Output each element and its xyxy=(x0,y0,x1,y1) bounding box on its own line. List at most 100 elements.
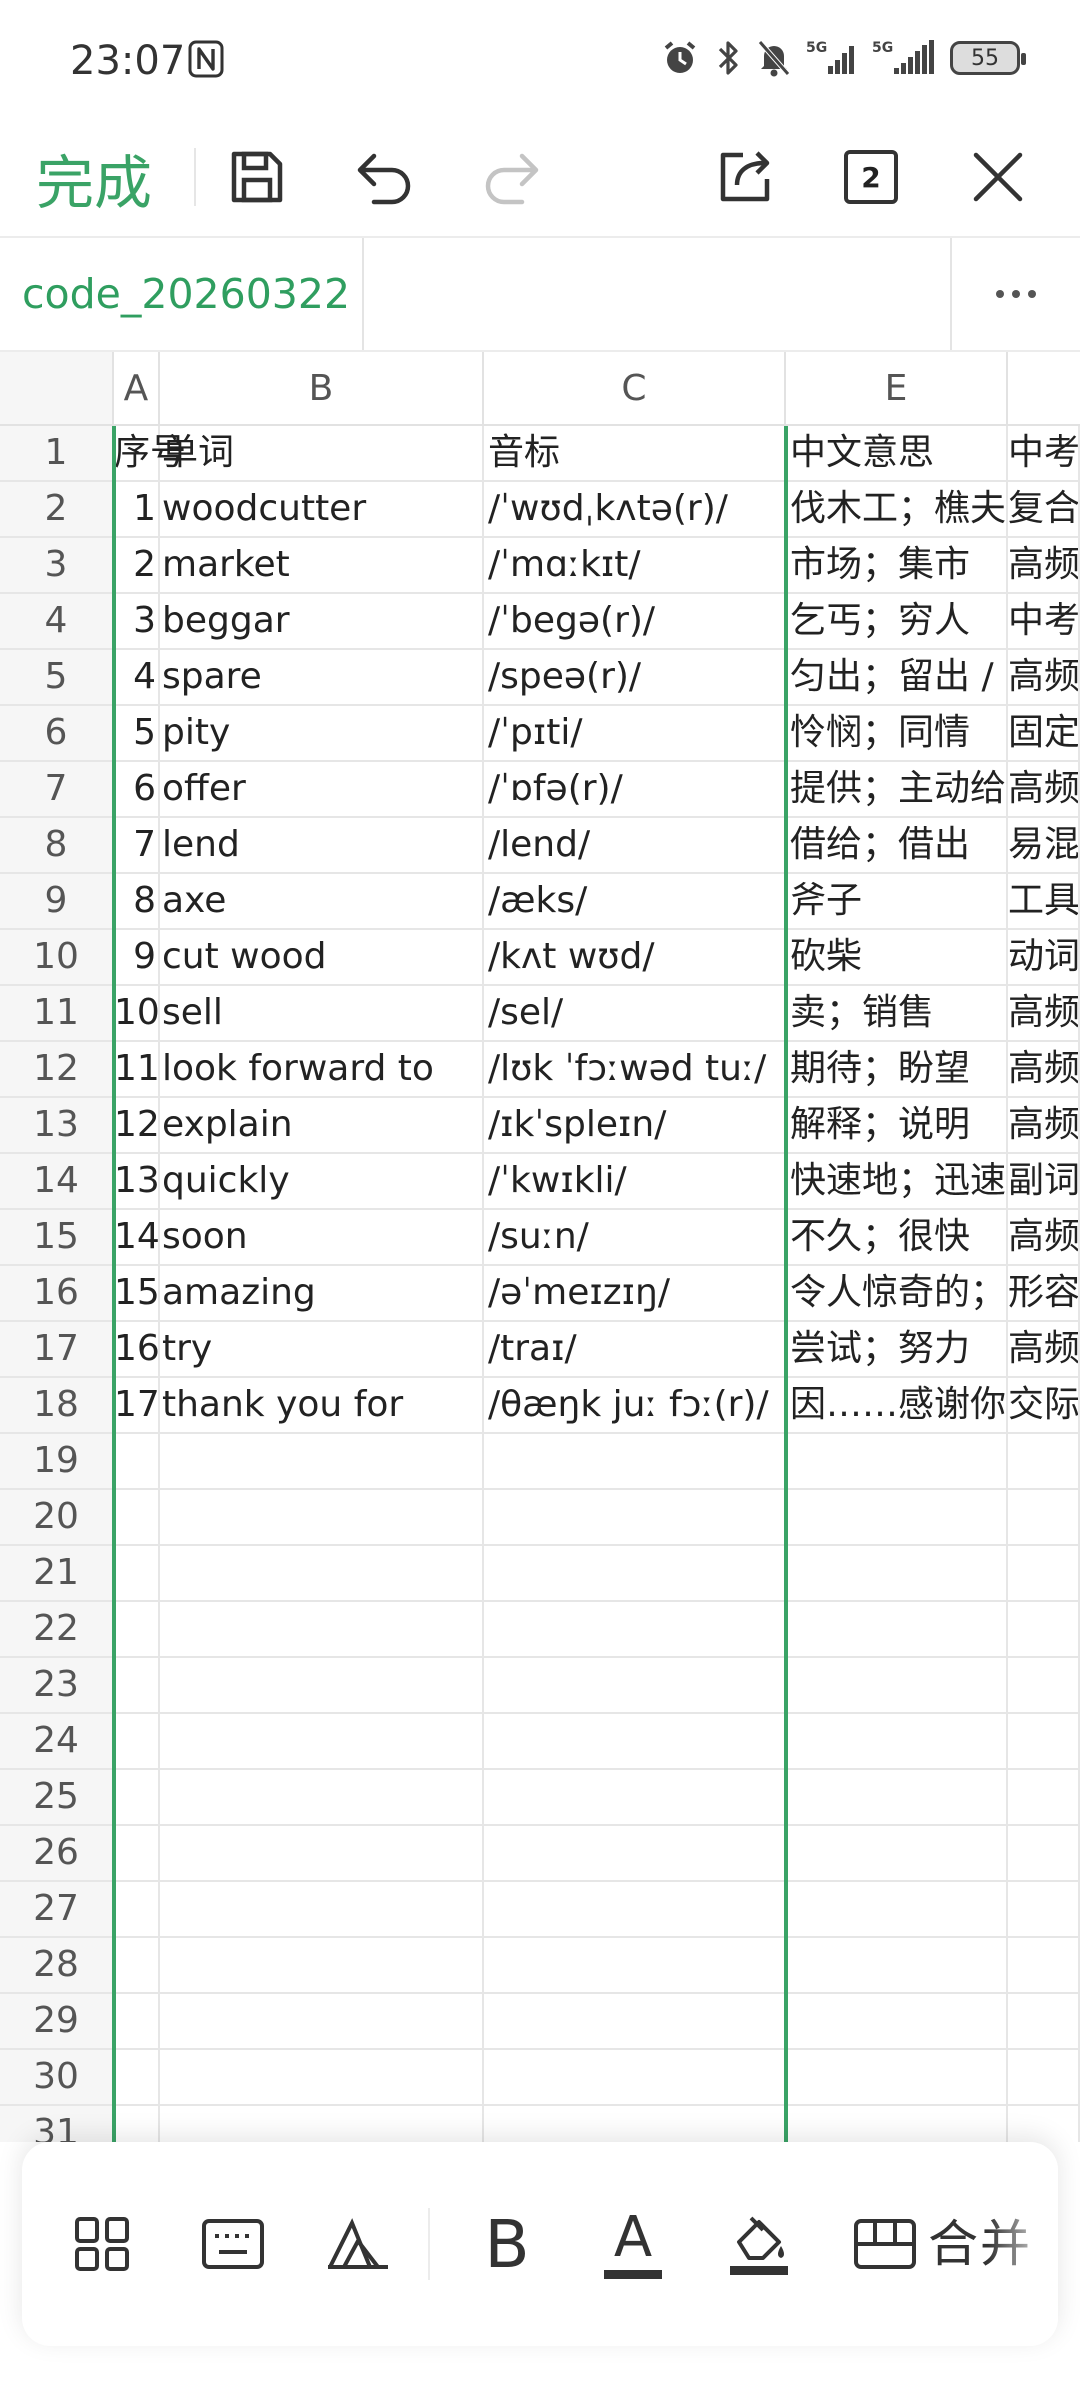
cell-f[interactable]: 高频 xyxy=(1008,762,1080,818)
cell-b[interactable]: woodcutter xyxy=(160,482,484,538)
cell-a[interactable]: 13 xyxy=(114,1154,160,1210)
clear-format-button[interactable] xyxy=(314,2204,404,2284)
row-number[interactable]: 7 xyxy=(0,762,114,818)
share-button[interactable] xyxy=(710,142,780,212)
cell-e[interactable] xyxy=(786,1938,1008,1994)
cell-a[interactable] xyxy=(114,1602,160,1658)
cell-c[interactable]: /kʌt wʊd/ xyxy=(484,930,786,986)
cell-b[interactable]: thank you for xyxy=(160,1378,484,1434)
cell-b[interactable] xyxy=(160,1994,484,2050)
cell-e[interactable] xyxy=(786,1658,1008,1714)
cell-c[interactable]: /ˈbegə(r)/ xyxy=(484,594,786,650)
cell-e[interactable] xyxy=(786,2050,1008,2106)
cell-b[interactable]: cut wood xyxy=(160,930,484,986)
cell-c[interactable]: /ˈkwɪkli/ xyxy=(484,1154,786,1210)
done-button[interactable]: 完成 xyxy=(36,136,152,220)
cell-f[interactable] xyxy=(1008,1658,1080,1714)
cell-b[interactable] xyxy=(160,1938,484,1994)
row-number[interactable]: 15 xyxy=(0,1210,114,1266)
cell-a[interactable]: 2 xyxy=(114,538,160,594)
cell-a[interactable]: 5 xyxy=(114,706,160,762)
row-number[interactable]: 10 xyxy=(0,930,114,986)
font-color-button[interactable]: A xyxy=(588,2204,678,2284)
cell-f[interactable] xyxy=(1008,1546,1080,1602)
row-number[interactable]: 23 xyxy=(0,1658,114,1714)
cell-e[interactable]: 借给；借出 xyxy=(786,818,1008,874)
close-button[interactable] xyxy=(963,142,1033,212)
cell-c[interactable] xyxy=(484,1434,786,1490)
cell-f[interactable]: 易混 xyxy=(1008,818,1080,874)
keyboard-button[interactable] xyxy=(188,2204,278,2284)
redo-button[interactable] xyxy=(476,142,546,212)
cell-a[interactable]: 4 xyxy=(114,650,160,706)
cell-e[interactable] xyxy=(786,1826,1008,1882)
cell-e[interactable]: 市场；集市 xyxy=(786,538,1008,594)
cell-f[interactable]: 形容 xyxy=(1008,1266,1080,1322)
cell-e[interactable]: 因……感谢你 xyxy=(786,1378,1008,1434)
cell-f[interactable] xyxy=(1008,1938,1080,1994)
cell-f[interactable] xyxy=(1008,1490,1080,1546)
cell-f[interactable] xyxy=(1008,1602,1080,1658)
cell-e[interactable]: 斧子 xyxy=(786,874,1008,930)
cell-b[interactable]: soon xyxy=(160,1210,484,1266)
row-number[interactable]: 11 xyxy=(0,986,114,1042)
cell-e[interactable]: 乞丐；穷人 xyxy=(786,594,1008,650)
cell-f[interactable] xyxy=(1008,1994,1080,2050)
cell-b[interactable]: 单词 xyxy=(160,426,484,482)
cell-c[interactable] xyxy=(484,1826,786,1882)
cell-b[interactable]: pity xyxy=(160,706,484,762)
cell-b[interactable] xyxy=(160,1602,484,1658)
cell-e[interactable]: 中文意思 xyxy=(786,426,1008,482)
cell-b[interactable]: spare xyxy=(160,650,484,706)
cell-c[interactable]: /ɪkˈspleɪn/ xyxy=(484,1098,786,1154)
cell-f[interactable]: 高频 xyxy=(1008,1098,1080,1154)
cell-f[interactable]: 动词 xyxy=(1008,930,1080,986)
cell-c[interactable] xyxy=(484,1546,786,1602)
cell-a[interactable]: 11 xyxy=(114,1042,160,1098)
row-number[interactable]: 1 xyxy=(0,426,114,482)
cell-e[interactable] xyxy=(786,1714,1008,1770)
cell-a[interactable]: 12 xyxy=(114,1098,160,1154)
cell-e[interactable]: 提供；主动给 xyxy=(786,762,1008,818)
cell-b[interactable] xyxy=(160,2050,484,2106)
cell-e[interactable]: 尝试；努力 xyxy=(786,1322,1008,1378)
cell-b[interactable] xyxy=(160,1826,484,1882)
cell-e[interactable] xyxy=(786,2106,1008,2142)
cell-format-button[interactable] xyxy=(840,2204,930,2284)
cell-a[interactable] xyxy=(114,2050,160,2106)
bold-button[interactable]: B xyxy=(462,2204,552,2284)
row-number[interactable]: 6 xyxy=(0,706,114,762)
cell-b[interactable] xyxy=(160,1490,484,1546)
cell-c[interactable]: /lend/ xyxy=(484,818,786,874)
row-number[interactable]: 30 xyxy=(0,2050,114,2106)
cell-b[interactable]: axe xyxy=(160,874,484,930)
column-header-e[interactable]: E xyxy=(786,352,1008,426)
cell-e[interactable] xyxy=(786,1434,1008,1490)
save-button[interactable] xyxy=(222,142,292,212)
cell-a[interactable]: 16 xyxy=(114,1322,160,1378)
cell-f[interactable]: 中考 xyxy=(1008,594,1080,650)
cell-b[interactable]: sell xyxy=(160,986,484,1042)
cell-a[interactable] xyxy=(114,1770,160,1826)
row-number[interactable]: 24 xyxy=(0,1714,114,1770)
cell-b[interactable] xyxy=(160,1770,484,1826)
cell-c[interactable]: /sel/ xyxy=(484,986,786,1042)
cell-c[interactable]: /speə(r)/ xyxy=(484,650,786,706)
undo-button[interactable] xyxy=(350,142,420,212)
row-number[interactable]: 29 xyxy=(0,1994,114,2050)
cell-c[interactable]: /θæŋk juː fɔː(r)/ xyxy=(484,1378,786,1434)
cell-a[interactable]: 14 xyxy=(114,1210,160,1266)
cell-b[interactable] xyxy=(160,1882,484,1938)
row-number[interactable]: 16 xyxy=(0,1266,114,1322)
cell-c[interactable]: /ˈpɪti/ xyxy=(484,706,786,762)
cell-f[interactable]: 高频 xyxy=(1008,538,1080,594)
cell-a[interactable] xyxy=(114,2106,160,2142)
cell-c[interactable] xyxy=(484,2050,786,2106)
cell-f[interactable] xyxy=(1008,1826,1080,1882)
cell-e[interactable] xyxy=(786,1602,1008,1658)
cell-b[interactable]: offer xyxy=(160,762,484,818)
row-number[interactable]: 3 xyxy=(0,538,114,594)
column-header-f[interactable] xyxy=(1008,352,1080,426)
cell-f[interactable]: 固定 xyxy=(1008,706,1080,762)
cell-f[interactable]: 高频 xyxy=(1008,1322,1080,1378)
